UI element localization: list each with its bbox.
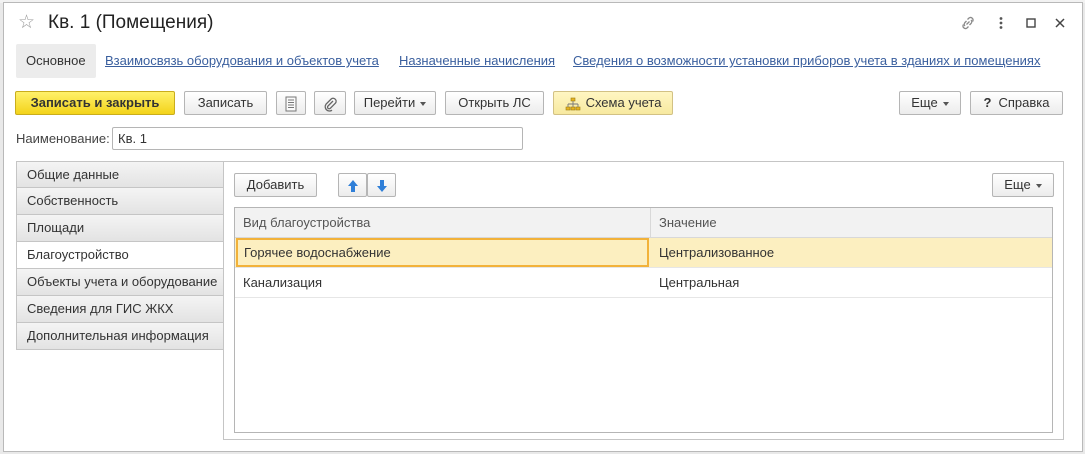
nav-link-equipment-relations[interactable]: Взаимосвязь оборудования и объектов учет…: [105, 44, 379, 78]
table-row[interactable]: Канализация Центральная: [235, 268, 1052, 298]
amenities-panel: Добавить Еще Вид благоустройства Значени…: [223, 161, 1064, 440]
panel-more-button[interactable]: Еще: [992, 173, 1054, 197]
maximize-icon[interactable]: [1023, 15, 1039, 31]
section-tabs: Общие данные Собственность Площади Благо…: [16, 161, 225, 350]
name-input[interactable]: Кв. 1: [112, 127, 523, 150]
open-account-button[interactable]: Открыть ЛС: [445, 91, 544, 115]
hierarchy-icon: [565, 97, 580, 110]
column-divider: [650, 208, 651, 237]
tab-areas[interactable]: Площади: [16, 215, 224, 242]
form-navigation-bar: Основное Взаимосвязь оборудования и объе…: [16, 44, 1070, 78]
table-cell-value[interactable]: Центральная: [659, 268, 739, 297]
arrow-up-icon: [347, 179, 358, 192]
tab-general[interactable]: Общие данные: [16, 161, 224, 188]
paperclip-icon: [324, 97, 337, 112]
nav-link-assigned-charges[interactable]: Назначенные начисления: [399, 44, 555, 78]
document-list-button[interactable]: [276, 91, 306, 115]
chevron-down-icon: [420, 101, 427, 106]
nav-main-tab[interactable]: Основное: [16, 44, 96, 78]
move-down-button[interactable]: [367, 173, 396, 197]
column-header-kind[interactable]: Вид благоустройства: [243, 208, 370, 237]
name-label: Наименование:: [16, 131, 110, 146]
table-cell-kind[interactable]: Канализация: [243, 268, 322, 297]
table-header: Вид благоустройства Значение: [235, 208, 1052, 238]
question-icon: ?: [983, 95, 992, 110]
chevron-down-icon: [1035, 183, 1042, 188]
account-scheme-label: Схема учета: [585, 95, 662, 110]
tab-gis-housing[interactable]: Сведения для ГИС ЖКХ: [16, 296, 224, 323]
add-button[interactable]: Добавить: [234, 173, 317, 197]
move-up-button[interactable]: [338, 173, 367, 197]
window-title: Кв. 1 (Помещения): [48, 12, 214, 33]
panel-more-label: Еще: [1004, 177, 1031, 192]
table-cell-kind[interactable]: Горячее водоснабжение: [236, 238, 649, 267]
form-window: ☆ Кв. 1 (Помещения) Основное Взаимосвязь…: [3, 2, 1083, 452]
favorite-star-icon[interactable]: ☆: [18, 13, 35, 32]
more-actions-button[interactable]: Еще: [899, 91, 961, 115]
nav-link-meter-installation-info[interactable]: Сведения о возможности установки приборо…: [573, 44, 1040, 78]
document-list-icon: [285, 96, 297, 112]
table-cell-value[interactable]: Централизованное: [659, 238, 774, 267]
goto-dropdown-button[interactable]: Перейти: [354, 91, 436, 115]
help-label: Справка: [998, 95, 1050, 110]
tab-additional-info[interactable]: Дополнительная информация: [16, 323, 224, 350]
column-header-value[interactable]: Значение: [659, 208, 717, 237]
arrow-down-icon: [376, 179, 387, 192]
save-and-close-button[interactable]: Записать и закрыть: [15, 91, 175, 115]
title-bar: ☆ Кв. 1 (Помещения): [4, 3, 1082, 43]
table-row[interactable]: Горячее водоснабжение Централизованное: [235, 238, 1052, 268]
chevron-down-icon: [942, 101, 949, 106]
tab-ownership[interactable]: Собственность: [16, 188, 224, 215]
more-label: Еще: [911, 95, 938, 110]
more-vertical-icon[interactable]: [993, 15, 1009, 31]
attachments-button[interactable]: [314, 91, 346, 115]
tab-amenities[interactable]: Благоустройство: [16, 242, 225, 269]
close-icon[interactable]: [1052, 15, 1068, 31]
goto-label: Перейти: [363, 95, 416, 110]
account-scheme-button[interactable]: Схема учета: [553, 91, 673, 115]
link-icon[interactable]: [960, 15, 976, 31]
help-button[interactable]: ? Справка: [970, 91, 1063, 115]
tab-metering-objects[interactable]: Объекты учета и оборудование: [16, 269, 224, 296]
save-button[interactable]: Записать: [184, 91, 267, 115]
amenities-table: Вид благоустройства Значение Горячее вод…: [234, 207, 1053, 433]
